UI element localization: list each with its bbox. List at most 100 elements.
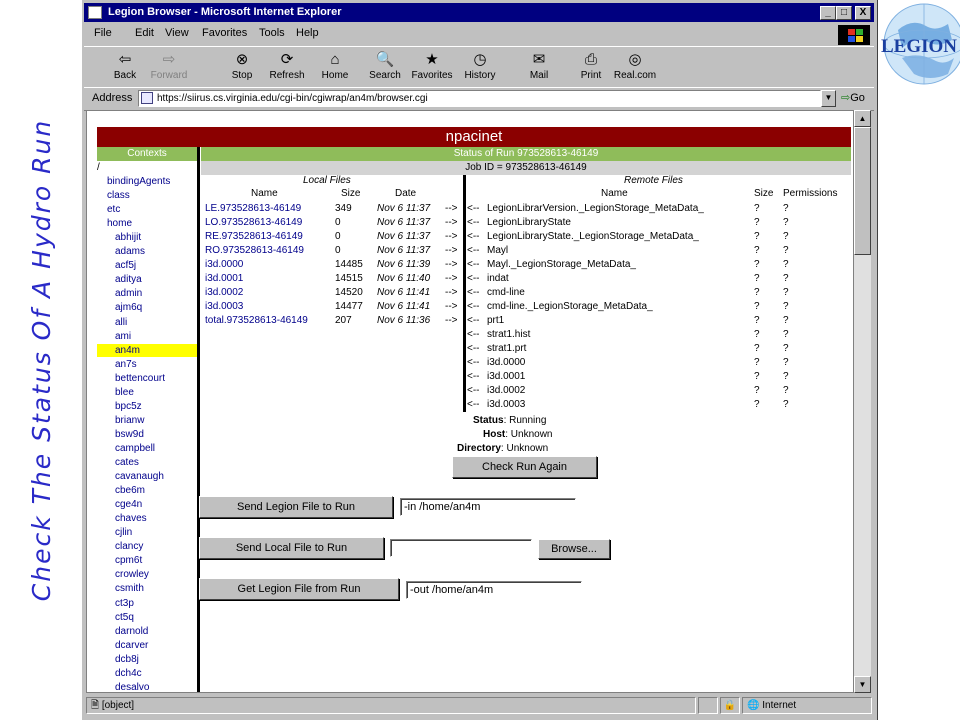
local-file-name[interactable]: i3d.0002	[205, 286, 243, 300]
remote-file-name[interactable]: i3d.0000	[487, 356, 525, 370]
real-com-button[interactable]: ◎ Real.com	[612, 49, 658, 85]
context-item[interactable]: brianw	[97, 414, 197, 427]
refresh-button[interactable]: ⟳ Refresh	[264, 49, 310, 85]
remote-file-name[interactable]: strat1.prt	[487, 342, 526, 356]
send-local-file-input[interactable]	[390, 539, 532, 557]
context-item[interactable]: class	[97, 189, 197, 202]
maximize-button[interactable]: □	[836, 6, 852, 20]
mail-button[interactable]: ✉ Mail	[516, 49, 562, 85]
get-legion-file-button[interactable]: Get Legion File from Run	[199, 578, 399, 600]
scroll-up-button[interactable]: ▲	[854, 110, 871, 127]
scroll-down-button[interactable]: ▼	[854, 676, 871, 693]
remote-file-name[interactable]: Mayl._LegionStorage_MetaData_	[487, 258, 636, 272]
vertical-scrollbar[interactable]: ▲ ▼	[854, 110, 871, 693]
context-item[interactable]: alli	[97, 316, 197, 329]
get-legion-file-input[interactable]: -out /home/an4m	[406, 581, 582, 599]
home-button[interactable]: ⌂ Home	[312, 49, 358, 85]
context-item[interactable]: adams	[97, 245, 197, 258]
remote-file-name[interactable]: cmd-line	[487, 286, 525, 300]
menu-help[interactable]: Help	[296, 27, 319, 39]
context-item[interactable]: acf5j	[97, 259, 197, 272]
context-item[interactable]: ct3p	[97, 597, 197, 610]
context-item[interactable]: ami	[97, 330, 197, 343]
remote-file-name[interactable]: indat	[487, 272, 509, 286]
context-item[interactable]: aditya	[97, 273, 197, 286]
context-item[interactable]: etc	[97, 203, 197, 216]
toolbar-label: History	[464, 70, 496, 81]
context-item[interactable]: home	[97, 217, 197, 230]
remote-col-permissions: Permissions	[783, 188, 838, 199]
send-local-file-button[interactable]: Send Local File to Run	[199, 537, 384, 559]
favorites-button[interactable]: ★ Favorites	[409, 49, 455, 85]
context-item[interactable]: cjlin	[97, 526, 197, 539]
search-button[interactable]: 🔍 Search	[362, 49, 408, 85]
go-button[interactable]: ⇨Go	[841, 91, 865, 104]
remote-file-name[interactable]: LegionLibraryState	[487, 216, 571, 230]
remote-file-name[interactable]: Mayl	[487, 244, 508, 258]
context-item[interactable]: cpm6t	[97, 554, 197, 567]
back-button[interactable]: ⇦ Back	[102, 49, 148, 85]
remote-file-name[interactable]: prt1	[487, 314, 504, 328]
send-legion-file-input[interactable]: -in /home/an4m	[400, 498, 576, 516]
remote-file-name[interactable]: cmd-line._LegionStorage_MetaData_	[487, 300, 653, 314]
context-item[interactable]: cbe6m	[97, 484, 197, 497]
menu-file[interactable]: File	[94, 27, 112, 39]
local-file-name[interactable]: RO.973528613-46149	[205, 244, 304, 258]
address-input[interactable]: https://siirus.cs.virginia.edu/cgi-bin/c…	[138, 90, 821, 107]
context-item[interactable]: blee	[97, 386, 197, 399]
context-item[interactable]: cavanaugh	[97, 470, 197, 483]
context-item[interactable]: ajm6q	[97, 301, 197, 314]
context-item[interactable]: dch4c	[97, 667, 197, 680]
context-item[interactable]: desalvo	[97, 681, 197, 692]
history-button[interactable]: ◷ History	[457, 49, 503, 85]
context-item[interactable]: chaves	[97, 512, 197, 525]
context-item[interactable]: dcarver	[97, 639, 197, 652]
browse-button[interactable]: Browse...	[538, 539, 610, 559]
context-item[interactable]: campbell	[97, 442, 197, 455]
context-item[interactable]: dcb8j	[97, 653, 197, 666]
context-item[interactable]: an4m	[97, 343, 197, 357]
go-arrow-icon: ⇨	[841, 92, 851, 104]
local-file-name[interactable]: i3d.0003	[205, 300, 243, 314]
stop-button[interactable]: ⊗ Stop	[219, 49, 265, 85]
context-item[interactable]: clancy	[97, 540, 197, 553]
root-context-link[interactable]: /	[97, 161, 100, 175]
context-item[interactable]: csmith	[97, 582, 197, 595]
address-dropdown-button[interactable]: ▼	[821, 90, 836, 107]
local-file-name[interactable]: LE.973528613-46149	[205, 202, 301, 216]
print-button[interactable]: ⎙ Print	[568, 49, 614, 85]
remote-file-name[interactable]: strat1.hist	[487, 328, 530, 342]
menu-view[interactable]: View	[165, 27, 189, 39]
local-file-name[interactable]: total.973528613-46149	[205, 314, 308, 328]
context-item[interactable]: abhijit	[97, 231, 197, 244]
local-file-name[interactable]: RE.973528613-46149	[205, 230, 303, 244]
menu-edit[interactable]: Edit	[135, 27, 154, 39]
check-run-again-button[interactable]: Check Run Again	[452, 456, 597, 478]
remote-file-name[interactable]: i3d.0001	[487, 370, 525, 384]
context-item[interactable]: bindingAgents	[97, 175, 197, 188]
context-item[interactable]: ct5q	[97, 611, 197, 624]
context-item[interactable]: crowley	[97, 568, 197, 581]
menu-tools[interactable]: Tools	[259, 27, 285, 39]
context-item[interactable]: bsw9d	[97, 428, 197, 441]
context-item[interactable]: admin	[97, 287, 197, 300]
minimize-button[interactable]: _	[820, 6, 836, 20]
context-item[interactable]: an7s	[97, 358, 197, 371]
context-item[interactable]: bettencourt	[97, 372, 197, 385]
remote-file-name[interactable]: i3d.0003	[487, 398, 525, 412]
send-legion-file-button[interactable]: Send Legion File to Run	[199, 496, 393, 518]
forward-button[interactable]: ⇨ Forward	[146, 49, 192, 85]
close-button[interactable]: X	[855, 6, 871, 20]
local-file-name[interactable]: LO.973528613-46149	[205, 216, 302, 230]
local-file-name[interactable]: i3d.0001	[205, 272, 243, 286]
scroll-thumb[interactable]	[854, 127, 871, 255]
context-item[interactable]: bpc5z	[97, 400, 197, 413]
context-item[interactable]: darnold	[97, 625, 197, 638]
context-item[interactable]: cge4n	[97, 498, 197, 511]
menu-favorites[interactable]: Favorites	[202, 27, 247, 39]
remote-file-name[interactable]: i3d.0002	[487, 384, 525, 398]
remote-file-name[interactable]: LegionLibrarVersion._LegionStorage_MetaD…	[487, 202, 704, 216]
local-file-name[interactable]: i3d.0000	[205, 258, 243, 272]
context-item[interactable]: cates	[97, 456, 197, 469]
remote-file-name[interactable]: LegionLibraryState._LegionStorage_MetaDa…	[487, 230, 699, 244]
